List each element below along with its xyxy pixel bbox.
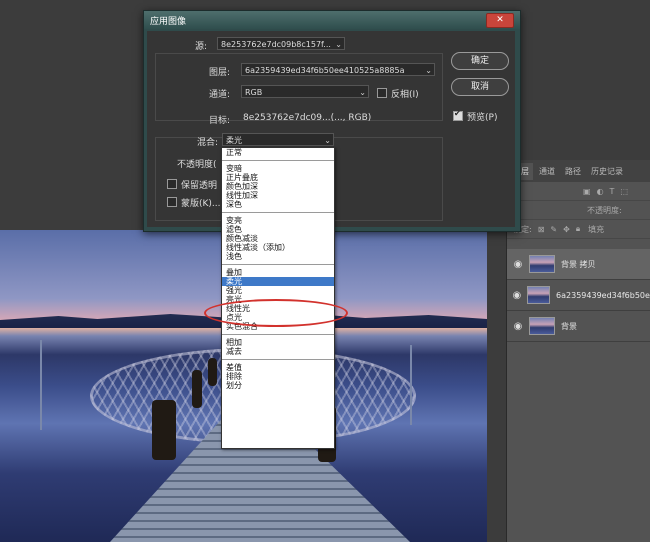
layer-row[interactable]: ◉ 背景 拷贝 bbox=[507, 249, 650, 280]
invert-checkbox[interactable] bbox=[377, 88, 387, 98]
dialog-title: 应用图像 bbox=[150, 16, 187, 27]
preserve-label: 保留透明 bbox=[181, 181, 218, 191]
shape-filter-icon[interactable]: ⬚ bbox=[620, 187, 628, 196]
mask-label: 蒙版(K)... bbox=[181, 199, 221, 209]
channel-select[interactable]: RGB ⌄ bbox=[241, 85, 369, 98]
cancel-button[interactable]: 取消 bbox=[451, 78, 509, 96]
blend-mode-item[interactable]: 相加 bbox=[222, 338, 334, 347]
blend-mode-item[interactable]: 强光 bbox=[222, 286, 334, 295]
blend-mode-item[interactable]: 正常 bbox=[222, 148, 334, 157]
blend-mode-item[interactable]: 变亮 bbox=[222, 216, 334, 225]
layer-thumbnail bbox=[529, 255, 555, 273]
pier-post bbox=[152, 400, 176, 460]
eye-icon[interactable]: ◉ bbox=[507, 290, 527, 301]
lamp-tree bbox=[410, 345, 412, 425]
layer-select[interactable]: 6a2359439ed34f6b50ee410525a8885a ⌄ bbox=[241, 63, 435, 76]
menu-separator bbox=[222, 334, 334, 335]
blend-mode-item[interactable]: 差值 bbox=[222, 363, 334, 372]
blend-mode-item[interactable]: 柔光 bbox=[222, 277, 334, 286]
blend-mode-item[interactable]: 叠加 bbox=[222, 268, 334, 277]
layer-name: 背景 bbox=[561, 321, 577, 331]
mask-checkbox[interactable] bbox=[167, 197, 177, 207]
blend-mode-list: 正常变暗 正片叠底 颜色加深 线性加深 深色变亮 滤色 颜色减淡 线性减淡（添加） 浅色叠加 柔光… bbox=[222, 148, 334, 390]
blend-mode-item[interactable]: 深色 bbox=[222, 200, 334, 209]
source-label: 源: bbox=[195, 42, 208, 52]
chevron-down-icon: ⌄ bbox=[425, 66, 432, 75]
layer-row[interactable]: ◉ 背景 bbox=[507, 311, 650, 342]
target-label: 目标: bbox=[209, 116, 231, 126]
blend-mode-item[interactable]: 正片叠底 bbox=[222, 173, 334, 182]
eye-icon[interactable]: ◉ bbox=[507, 259, 529, 270]
lock-row: 锁定: ⊠ ✎ ✥ 🔒︎ 填充 bbox=[507, 220, 650, 239]
image-filter-icon[interactable]: ▣ bbox=[583, 187, 591, 196]
blend-select[interactable]: 柔光 ⌄ bbox=[222, 133, 334, 146]
fill-label: 填充 bbox=[588, 224, 605, 234]
layer-thumbnail bbox=[526, 286, 551, 304]
invert-label: 反相(I) bbox=[391, 90, 419, 100]
blend-mode-item[interactable]: 浅色 bbox=[222, 252, 334, 261]
blend-mode-item[interactable]: 变暗 bbox=[222, 164, 334, 173]
preserve-transparency-checkbox[interactable] bbox=[167, 179, 177, 189]
eye-icon[interactable]: ◉ bbox=[507, 321, 529, 332]
blend-mode-item[interactable]: 线性减淡（添加） bbox=[222, 243, 334, 252]
menu-separator bbox=[222, 264, 334, 265]
channel-value: RGB bbox=[245, 88, 263, 97]
tab-history[interactable]: 历史记录 bbox=[587, 163, 627, 180]
lock-all-icon[interactable]: 🔒︎ bbox=[576, 224, 580, 234]
lock-pixels-icon[interactable]: ⊠ bbox=[538, 225, 545, 234]
opacity-label: 不透明度( bbox=[177, 160, 217, 170]
blend-label: 混合: bbox=[197, 138, 219, 148]
tab-channels[interactable]: 通道 bbox=[535, 163, 559, 180]
chevron-down-icon: ⌄ bbox=[335, 40, 342, 49]
pier-post bbox=[208, 358, 217, 386]
menu-separator bbox=[222, 160, 334, 161]
lamp-tree bbox=[40, 340, 42, 430]
blend-mode-menu: 正常变暗 正片叠底 颜色加深 线性加深 深色变亮 滤色 颜色减淡 线性减淡（添加） 浅色叠加 柔光… bbox=[221, 147, 335, 449]
layer-thumbnail bbox=[529, 317, 555, 335]
source-value: 8e253762e7dc09b8c157f... bbox=[221, 40, 331, 49]
tab-paths[interactable]: 路径 bbox=[561, 163, 585, 180]
blend-mode-item[interactable]: 颜色加深 bbox=[222, 182, 334, 191]
layer-label: 图层: bbox=[209, 68, 231, 78]
channel-label: 通道: bbox=[209, 90, 231, 100]
menu-separator bbox=[222, 359, 334, 360]
adjust-filter-icon[interactable]: ◐ bbox=[597, 187, 604, 196]
blend-mode-item[interactable]: 颜色减淡 bbox=[222, 234, 334, 243]
type-filter-icon[interactable]: T bbox=[610, 187, 615, 196]
chevron-down-icon: ⌄ bbox=[359, 88, 366, 97]
layer-name: 6a2359439ed34f6b50ee... bbox=[556, 290, 650, 300]
blend-mode-item[interactable]: 滤色 bbox=[222, 225, 334, 234]
pier-post bbox=[192, 370, 202, 408]
lock-paint-icon[interactable]: ✎ bbox=[550, 225, 557, 234]
preview-checkbox[interactable] bbox=[453, 109, 463, 121]
panel-tabs: 图层 通道 路径 历史记录 bbox=[507, 160, 650, 182]
layers-panel: 图层 通道 路径 历史记录 ▣ ◐ T ⬚ 类 不透明度: 锁定: ⊠ ✎ ✥ … bbox=[506, 160, 650, 542]
preview-label: 预览(P) bbox=[467, 113, 498, 123]
blend-mode-item[interactable]: 减去 bbox=[222, 347, 334, 356]
layer-name: 背景 拷贝 bbox=[561, 259, 596, 269]
ok-button[interactable]: 确定 bbox=[451, 52, 509, 70]
lock-move-icon[interactable]: ✥ bbox=[563, 225, 570, 234]
blend-value: 柔光 bbox=[226, 136, 242, 145]
layer-value: 6a2359439ed34f6b50ee410525a8885a bbox=[245, 66, 405, 75]
opacity-label: 不透明度: bbox=[587, 205, 622, 215]
blend-opacity-row: 类 不透明度: bbox=[507, 201, 650, 220]
chevron-down-icon: ⌄ bbox=[324, 136, 331, 145]
layer-row[interactable]: ◉ 6a2359439ed34f6b50ee... bbox=[507, 280, 650, 311]
blend-mode-item[interactable]: 线性加深 bbox=[222, 191, 334, 200]
blend-mode-item[interactable]: 划分 bbox=[222, 381, 334, 390]
source-select[interactable]: 8e253762e7dc09b8c157f... ⌄ bbox=[217, 37, 345, 50]
blend-mode-item[interactable]: 排除 bbox=[222, 372, 334, 381]
annotation-circle bbox=[204, 299, 348, 327]
layer-filter-row: ▣ ◐ T ⬚ bbox=[507, 182, 650, 201]
close-icon[interactable]: ✕ bbox=[486, 13, 514, 28]
menu-separator bbox=[222, 212, 334, 213]
dialog-titlebar[interactable]: 应用图像 bbox=[144, 11, 520, 29]
target-value: 8e253762e7dc09...(..., RGB) bbox=[243, 113, 372, 123]
